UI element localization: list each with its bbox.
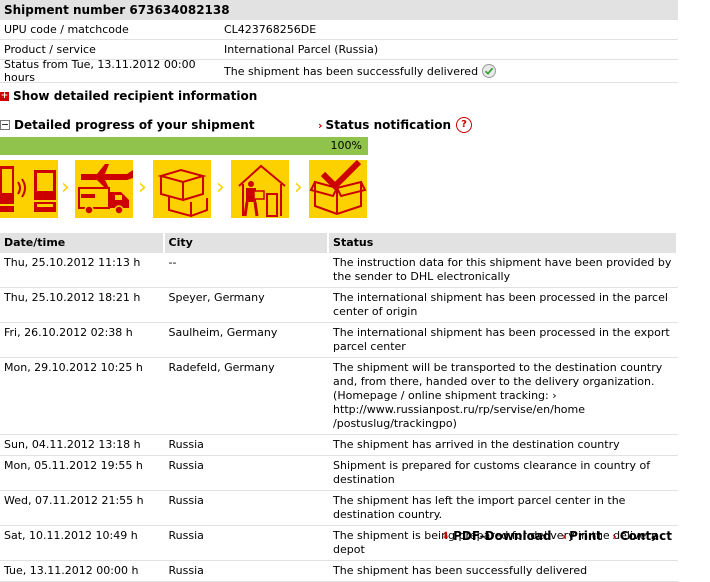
table-row: Mon, 29.10.2012 10:25 h Radefeld, Germany… (0, 358, 678, 435)
print-link[interactable]: › Print (562, 529, 603, 543)
table-row: Thu, 25.10.2012 18:21 h Speyer, Germany Th… (0, 288, 678, 323)
pdf-download-label: PDF-Download (453, 529, 552, 543)
summary-row-product: Product / service International Parcel (… (0, 40, 678, 60)
table-row: Mon, 05.11.2012 19:55 h Russia Shipment is… (0, 456, 678, 491)
checkmark-icon (482, 64, 497, 78)
progress-toggle-label: Detailed progress of your shipment (14, 118, 255, 132)
cell-status: The international shipment has been proc… (333, 291, 668, 318)
cell-city: Radefeld, Germany (168, 361, 275, 374)
cell-date: Tue, 13.11.2012 00:00 h (4, 564, 139, 577)
cell-city: Russia (168, 459, 204, 472)
column-header-status: Status (329, 233, 676, 253)
progress-bar: 100% (0, 137, 368, 155)
shipment-number-header: Shipment number 673634082138 (0, 0, 678, 20)
truck-plane-icon (75, 160, 133, 218)
cell-city: -- (168, 256, 177, 269)
cell-city: Russia (168, 438, 204, 451)
contact-label: Contact (619, 529, 672, 543)
summary-row-status: Status from Tue, 13.11.2012 00:00 hours … (0, 58, 678, 84)
cell-date: Wed, 07.11.2012 21:55 h (4, 494, 144, 507)
progress-toggle[interactable]: Detailed progress of your shipment (0, 118, 255, 132)
status-notification-label: Status notification (325, 118, 452, 132)
summary-value: The shipment has been successfully deliv… (224, 64, 497, 78)
cell-status: The shipment has left the import parcel … (333, 494, 626, 521)
download-icon: ⬇ (441, 530, 451, 542)
summary-label: Product / service (4, 43, 96, 56)
help-icon[interactable]: ? (456, 117, 473, 133)
chevron-right-icon: › (561, 529, 567, 543)
cell-date: Sun, 04.11.2012 13:18 h (4, 438, 141, 451)
cell-status: The shipment has arrived in the destinat… (333, 438, 620, 451)
delivered-box-icon (309, 159, 367, 218)
recipient-info-toggle[interactable]: + Show detailed recipient information (0, 89, 257, 103)
cell-date: Mon, 29.10.2012 10:25 h (4, 361, 143, 374)
shipment-summary: Shipment number 673634082138 UPU code / … (0, 0, 678, 84)
cell-status: The shipment will be transported to the … (333, 361, 663, 430)
table-row: Thu, 25.10.2012 11:13 h -- The instruction… (0, 253, 678, 288)
cell-status: Shipment is prepared for customs clearan… (333, 459, 651, 486)
summary-value: CL423768256DE (224, 23, 317, 36)
cell-status: The shipment has been successfully deliv… (333, 564, 588, 577)
minus-icon (0, 120, 10, 130)
data-transfer-icon (0, 160, 58, 218)
chevron-right-icon: › (138, 175, 147, 200)
cell-date: Mon, 05.11.2012 19:55 h (4, 459, 143, 472)
chevron-right-icon: › (318, 118, 323, 132)
cell-date: Thu, 25.10.2012 18:21 h (4, 291, 141, 304)
cell-date: Sat, 10.11.2012 10:49 h (4, 529, 138, 542)
contact-link[interactable]: › Contact (612, 529, 672, 543)
chevron-right-icon: › (61, 175, 70, 200)
plus-icon: + (0, 90, 9, 101)
courier-house-icon (231, 160, 289, 218)
cell-status: The international shipment has been proc… (333, 326, 670, 353)
parcels-icon (153, 160, 211, 218)
cell-city: Russia (168, 529, 204, 542)
cell-date: Fri, 26.10.2012 02:38 h (4, 326, 133, 339)
cell-city: Saulheim, Germany (168, 326, 278, 339)
history-header: Date/time City Status (0, 233, 678, 253)
pdf-download-link[interactable]: ⬇ PDF-Download (442, 529, 552, 543)
chevron-right-icon: › (294, 175, 303, 200)
summary-value: International Parcel (Russia) (224, 43, 379, 56)
table-row: Tue, 13.11.2012 00:00 h Russia The shipmen… (0, 561, 678, 582)
cell-city: Russia (168, 494, 204, 507)
status-notification-link[interactable]: › Status notification ? (318, 117, 473, 133)
cell-status: The instruction data for this shipment h… (333, 256, 672, 283)
summary-label: Status from Tue, 13.11.2012 00:00 hours (4, 58, 196, 84)
footer-links: ⬇ PDF-Download › Print › Contact (432, 529, 672, 543)
column-header-date: Date/time (0, 233, 163, 253)
table-row: Fri, 26.10.2012 02:38 h Saulheim, Germany… (0, 323, 678, 358)
table-row: Wed, 07.11.2012 21:55 h Russia The shipmen… (0, 491, 678, 526)
cell-city: Russia (168, 564, 204, 577)
chevron-right-icon: › (612, 529, 617, 543)
summary-label: UPU code / matchcode (4, 23, 129, 36)
table-row: Sun, 04.11.2012 13:18 h Russia The shipmen… (0, 435, 678, 456)
chevron-right-icon: › (216, 175, 225, 200)
cell-date: Thu, 25.10.2012 11:13 h (4, 256, 141, 269)
progress-percent: 100% (330, 139, 362, 152)
status-text: The shipment has been successfully deliv… (224, 64, 479, 78)
progress-fill (0, 137, 368, 155)
print-label: Print (569, 529, 603, 543)
summary-row-upu: UPU code / matchcode CL423768256DE (0, 20, 678, 40)
recipient-toggle-label: Show detailed recipient information (13, 89, 258, 103)
cell-city: Speyer, Germany (168, 291, 265, 304)
column-header-city: City (164, 233, 328, 253)
